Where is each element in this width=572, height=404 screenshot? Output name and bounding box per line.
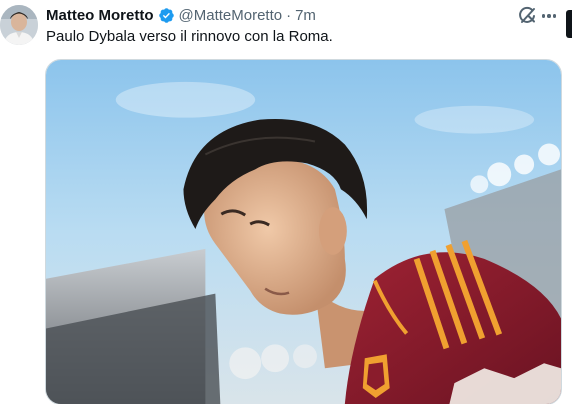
avatar[interactable] [0,5,38,45]
more-options-icon[interactable] [538,6,560,26]
author-handle[interactable]: @MatteMoretto [179,7,283,24]
tweet-media-photo[interactable] [45,59,562,404]
tweet-header: Matteo Moretto @MatteMoretto · 7m [46,5,316,25]
tweet-text: Paulo Dybala verso il rinnovo con la Rom… [46,28,333,45]
photo-image [46,60,561,404]
author-display-name[interactable]: Matteo Moretto [46,7,154,24]
grok-icon[interactable] [516,5,538,27]
tweet-timestamp[interactable]: 7m [295,7,316,24]
tweet: Matteo Moretto @MatteMoretto · 7m Paulo … [0,0,572,404]
verified-badge-icon [158,7,175,24]
separator-dot: · [286,6,292,24]
overlay-edge [566,10,572,38]
avatar-image [0,5,38,45]
